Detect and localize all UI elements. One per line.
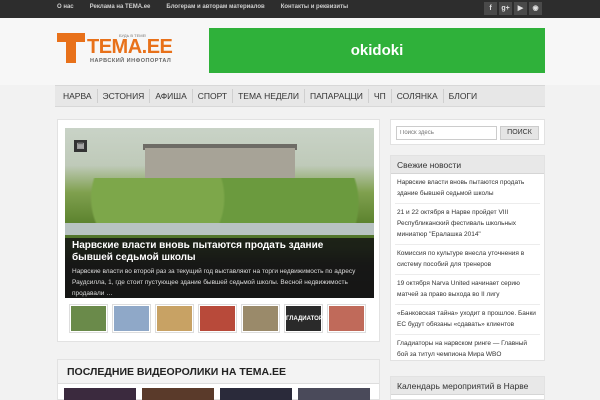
news-item[interactable]: Комиссия по культуре внесла уточнения в … xyxy=(395,245,540,275)
feature-title[interactable]: Нарвские власти вновь пытаются продать з… xyxy=(72,240,362,264)
feature-photo-trees xyxy=(65,178,374,228)
events-calendar-widget: Календарь мероприятий в Нарве xyxy=(390,376,545,400)
feature-excerpt: Нарвские власти во второй раз за текущий… xyxy=(72,268,356,297)
main-nav: НАРВА ЭСТОНИЯ АФИША СПОРТ ТЕМА НЕДЕЛИ ПА… xyxy=(55,85,545,107)
logo-subtitle: НАРВСКИЙ ИНФОПОРТАЛ xyxy=(90,58,172,64)
fresh-news-title: Свежие новости xyxy=(391,156,544,174)
calendar-title: Календарь мероприятий в Нарве xyxy=(391,377,544,395)
feature-thumb[interactable]: ГЛАДИАТОРЫ xyxy=(284,304,329,333)
nav-item-incidents[interactable]: ЧП xyxy=(369,89,392,103)
video-thumb[interactable] xyxy=(142,388,214,400)
feature-thumb[interactable] xyxy=(155,304,194,333)
top-link-advertising[interactable]: Реклама на TEMA.ee xyxy=(90,4,151,10)
featured-section: Нарвские власти вновь пытаются продать з… xyxy=(57,119,380,342)
thumb-label: ГЛАДИАТОРЫ xyxy=(286,306,329,331)
news-list: Нарвские власти вновь пытаются продать з… xyxy=(391,174,544,364)
feature-thumb[interactable] xyxy=(241,304,280,333)
feature-thumb[interactable] xyxy=(69,304,108,333)
article-icon: ▤ xyxy=(74,140,87,152)
video-thumbnails xyxy=(64,388,370,400)
video-thumb[interactable] xyxy=(64,388,136,400)
top-link-about[interactable]: О нас xyxy=(57,4,74,10)
nav-item-sport[interactable]: СПОРТ xyxy=(193,89,234,103)
news-item[interactable]: Нарвские власти вновь пытаются продать з… xyxy=(395,174,540,204)
nav-item-topic-week[interactable]: ТЕМА НЕДЕЛИ xyxy=(233,89,305,103)
news-item[interactable]: «Банковская тайна» уходит в прошлое. Бан… xyxy=(395,305,540,335)
ad-banner[interactable]: okidoki xyxy=(209,28,545,73)
news-item[interactable]: Гладиаторы на нарвском ринге — Главный б… xyxy=(395,335,540,364)
social-links: f g+ ▶ ◉ xyxy=(484,2,542,15)
feature-thumbnails: ГЛАДИАТОРЫ xyxy=(69,304,366,333)
search-widget: ПОИСК xyxy=(390,119,545,145)
search-input[interactable] xyxy=(396,126,497,140)
news-item[interactable]: 19 октября Narva United начинает серию м… xyxy=(395,275,540,305)
video-thumb[interactable] xyxy=(298,388,370,400)
video-thumb[interactable] xyxy=(220,388,292,400)
nav-item-paparazzi[interactable]: ПАПАРАЦЦИ xyxy=(305,89,369,103)
nav-item-afisha[interactable]: АФИША xyxy=(150,89,193,103)
top-bar: О нас Реклама на TEMA.ee Блогерам и авто… xyxy=(0,0,600,18)
feature-thumb[interactable] xyxy=(327,304,366,333)
feature-caption-overlay: Нарвские власти вновь пытаются продать з… xyxy=(65,238,374,298)
site-header: БУДЬ В ТЕМЕ! ТЕМА.ЕЕ НАРВСКИЙ ИНФОПОРТАЛ… xyxy=(0,18,600,85)
nav-item-estonia[interactable]: ЭСТОНИЯ xyxy=(98,89,151,103)
search-button[interactable]: ПОИСК xyxy=(500,126,539,140)
site-logo[interactable]: БУДЬ В ТЕМЕ! ТЕМА.ЕЕ НАРВСКИЙ ИНФОПОРТАЛ xyxy=(57,33,180,66)
featured-slide[interactable]: Нарвские власти вновь пытаются продать з… xyxy=(65,128,374,298)
feature-thumb[interactable] xyxy=(112,304,151,333)
videos-header: ПОСЛЕДНИЕ ВИДЕОРОЛИКИ НА TEMA.EE xyxy=(58,360,379,384)
logo-t-icon xyxy=(57,33,85,63)
nav-item-solyanka[interactable]: СОЛЯНКА xyxy=(392,89,444,103)
facebook-icon[interactable]: f xyxy=(484,2,497,15)
news-item[interactable]: 21 и 22 октября в Нарве пройдет VIII Рес… xyxy=(395,204,540,245)
feature-photo-lake xyxy=(65,223,374,235)
youtube-icon[interactable]: ▶ xyxy=(514,2,527,15)
videos-section: ПОСЛЕДНИЕ ВИДЕОРОЛИКИ НА TEMA.EE xyxy=(57,359,380,400)
top-links: О нас Реклама на TEMA.ee Блогерам и авто… xyxy=(57,4,348,10)
fresh-news-widget: Свежие новости Нарвские власти вновь пыт… xyxy=(390,155,545,361)
rss-icon[interactable]: ◉ xyxy=(529,2,542,15)
logo-name: ТЕМА.ЕЕ xyxy=(87,36,173,58)
google-plus-icon[interactable]: g+ xyxy=(499,2,512,15)
feature-thumb[interactable] xyxy=(198,304,237,333)
top-link-contacts[interactable]: Контакты и реквизиты xyxy=(281,4,348,10)
nav-item-narva[interactable]: НАРВА xyxy=(58,89,98,103)
nav-item-blogs[interactable]: БЛОГИ xyxy=(444,89,482,103)
top-link-bloggers[interactable]: Блогерам и авторам материалов xyxy=(166,4,264,10)
videos-title: ПОСЛЕДНИЕ ВИДЕОРОЛИКИ НА TEMA.EE xyxy=(67,366,287,378)
